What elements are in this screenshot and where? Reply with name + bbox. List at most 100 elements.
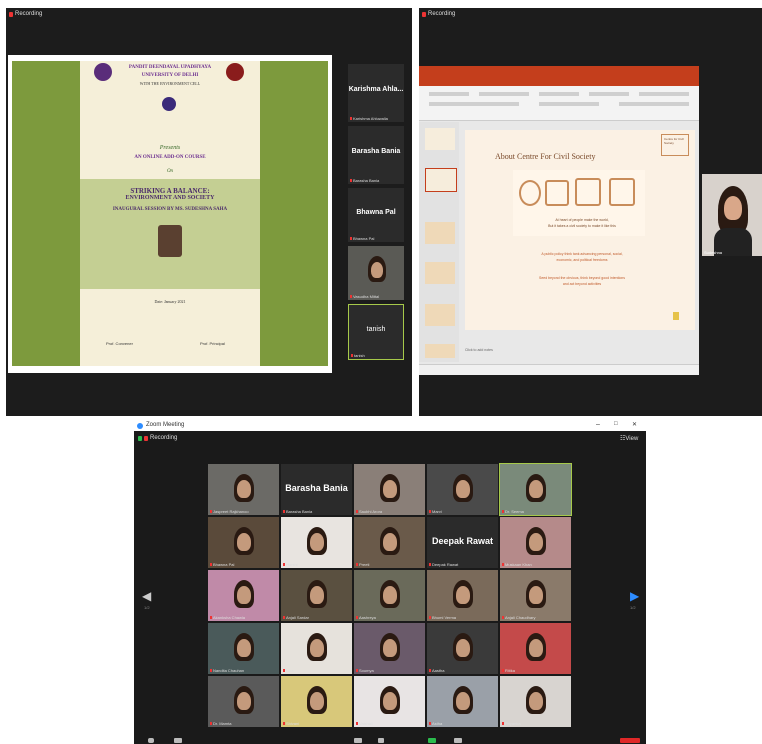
slide-body-1: A public policy think tank advancing per… [541, 252, 623, 256]
participant-face [383, 692, 397, 710]
ppt-tabs [419, 78, 699, 86]
participant-face [310, 692, 324, 710]
recording-indicator: Recording [138, 435, 177, 441]
participant-tile[interactable]: Aastha [427, 623, 498, 674]
participant-name: Isha [283, 668, 294, 673]
chat-icon[interactable] [378, 738, 384, 743]
ribbon-group [619, 102, 689, 106]
ppt-notes[interactable]: Click to add notes [465, 348, 493, 352]
video-icon[interactable] [174, 738, 182, 743]
zoom-titlebar: Zoom Meeting – □ ✕ [134, 421, 646, 431]
share-screen-icon[interactable] [428, 738, 436, 743]
participant-tile[interactable]: Anjali Sardar [281, 570, 352, 621]
slide-corner-mark [673, 312, 679, 320]
slide-thumbnail[interactable] [425, 168, 457, 192]
participant-tile[interactable]: Muskaan Khan [500, 517, 571, 568]
slide-thumbnail[interactable] [425, 222, 455, 244]
maximize-button[interactable]: □ [614, 421, 618, 427]
participant-tile[interactable]: Akanksha Chawla [208, 570, 279, 621]
participant-tile[interactable]: Shivani [281, 676, 352, 727]
participant-face [371, 262, 383, 278]
participant-face [529, 692, 543, 710]
participant-tile[interactable]: Ritika [500, 623, 571, 674]
ppt-ribbon [419, 86, 699, 121]
view-button[interactable]: ☷View [620, 435, 638, 442]
participant-tile[interactable]: Barasha Bania Barasha Bania [348, 126, 404, 184]
participant-tile[interactable]: Deepak Rawat Deepak Rawat [427, 517, 498, 568]
participant-tile[interactable]: Vaishali [354, 676, 425, 727]
end-meeting-button[interactable] [620, 738, 640, 743]
participant-tile[interactable]: Marvi [427, 464, 498, 515]
ribbon-group [429, 102, 519, 106]
participant-name: Deepak Rawat [429, 562, 458, 567]
event-poster: PANDIT DEENDAYAL UPADHYAYA UNIVERSITY OF… [8, 55, 332, 373]
participant-name: Bhumi Verma [429, 615, 456, 620]
participant-tile[interactable]: Aashreya [354, 570, 425, 621]
participant-face [529, 586, 543, 604]
participant-name: Bhawna Pal [210, 562, 234, 567]
poster-title-2: ENVIRONMENT AND SOCIETY [125, 195, 215, 201]
participant-tile[interactable]: Karishma Ahla... Karishma Ahluwalia [348, 64, 404, 122]
slide-thumbnail[interactable] [425, 344, 455, 358]
participant-tile[interactable]: Bhawna Pal [208, 517, 279, 568]
participant-face [237, 639, 251, 657]
participants-icon[interactable] [354, 738, 362, 743]
top-right-share-panel: Recording About Centre For Civil Society [419, 8, 762, 416]
participant-face [456, 639, 470, 657]
participant-face [237, 533, 251, 551]
participant-name: Harshi [283, 562, 298, 567]
participant-tile-active[interactable]: tanish tanish [348, 304, 404, 360]
participant-name: Akanksha Chawla [210, 615, 245, 620]
mute-icon[interactable] [148, 738, 154, 743]
ribbon-group [429, 92, 469, 96]
participant-tile[interactable]: Harshi [281, 517, 352, 568]
participant-name: Jaspreet Rajkhanoo [210, 509, 249, 514]
participant-tile[interactable]: Barasha Bania Barasha Bania [281, 464, 352, 515]
participant-name: Dr. Seema [502, 509, 524, 514]
participant-name: Aashreya [356, 615, 376, 620]
prev-page-button[interactable]: ◀ [142, 589, 151, 603]
current-slide[interactable]: About Centre For Civil Society Centre fo… [465, 130, 695, 330]
participant-tile-video[interactable]: Vasudha Mittal [348, 246, 404, 300]
participant-name: Preeti [356, 562, 369, 567]
participant-tile[interactable]: Bhumi Verma [427, 570, 498, 621]
powerpoint-window: About Centre For Civil Society Centre fo… [419, 66, 699, 375]
ribbon-group [539, 92, 579, 96]
participant-tile[interactable]: Preeti [354, 517, 425, 568]
speaker-face [724, 196, 742, 220]
slide-title: About Centre For Civil Society [495, 152, 596, 161]
slide-thumbnail[interactable] [425, 262, 455, 284]
record-icon[interactable] [454, 738, 462, 743]
participant-name: Ritika [502, 668, 515, 673]
participant-tile[interactable]: Astha [427, 676, 498, 727]
participant-tile[interactable]: Dr. Mamta [208, 676, 279, 727]
participant-tile[interactable]: Dr. Seema [499, 463, 572, 516]
participant-face [310, 533, 324, 551]
participant-tile[interactable]: Bhawna Pal Bhawna Pal [348, 188, 404, 242]
next-page-label: 1/2 [630, 605, 636, 610]
recording-icon [9, 11, 13, 17]
participant-tile[interactable]: Priyanka [500, 676, 571, 727]
participant-tile[interactable]: Jaspreet Rajkhanoo [208, 464, 279, 515]
participant-face [383, 586, 397, 604]
participant-tile[interactable]: Saubhi Arora [354, 464, 425, 515]
poster-college: PANDIT DEENDAYAL UPADHYAYA [128, 65, 212, 70]
slide-thumbnail[interactable] [425, 304, 455, 326]
slide-body-4: and act beyond activities [562, 282, 602, 286]
participant-name: Anjali Chaudhary [502, 615, 535, 620]
participant-name: Marvi [429, 509, 442, 514]
participant-tile[interactable]: Anjali Chaudhary [500, 570, 571, 621]
slide-thumbnail[interactable] [425, 128, 455, 150]
speaker-video[interactable]: Sudeshna [702, 174, 762, 256]
participant-tile[interactable]: Soumya [354, 623, 425, 674]
close-button[interactable]: ✕ [632, 421, 637, 428]
poster-center: PANDIT DEENDAYAL UPADHYAYA UNIVERSITY OF… [80, 61, 260, 366]
prev-page-label: 1/2 [144, 605, 150, 610]
ribbon-group [589, 92, 629, 96]
participant-tile[interactable]: Nandita Chauhan [208, 623, 279, 674]
participant-display-name: Deepak Rawat [431, 536, 494, 547]
next-page-button[interactable]: ▶ [630, 589, 639, 603]
minimize-button[interactable]: – [596, 421, 600, 428]
ribbon-group [479, 92, 529, 96]
participant-tile[interactable]: Isha [281, 623, 352, 674]
